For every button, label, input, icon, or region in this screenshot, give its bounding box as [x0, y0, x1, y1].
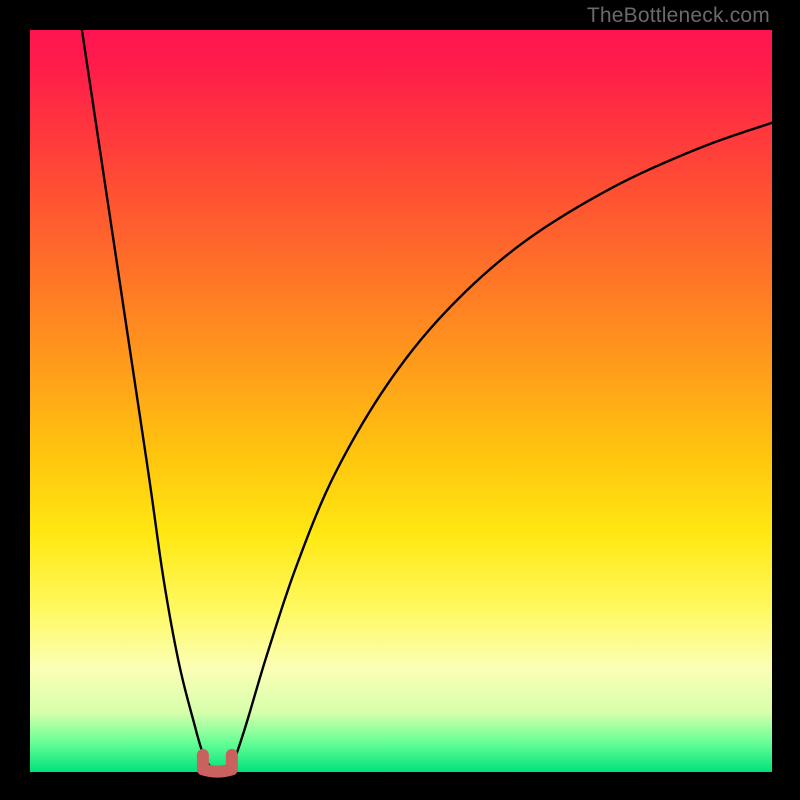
- watermark-text: TheBottleneck.com: [587, 4, 770, 28]
- chart-svg: [0, 0, 800, 800]
- left-bottleneck-curve: [82, 30, 216, 772]
- right-bottleneck-curve: [230, 123, 772, 772]
- optimal-marker: [203, 755, 232, 772]
- outer-frame: TheBottleneck.com: [0, 0, 800, 800]
